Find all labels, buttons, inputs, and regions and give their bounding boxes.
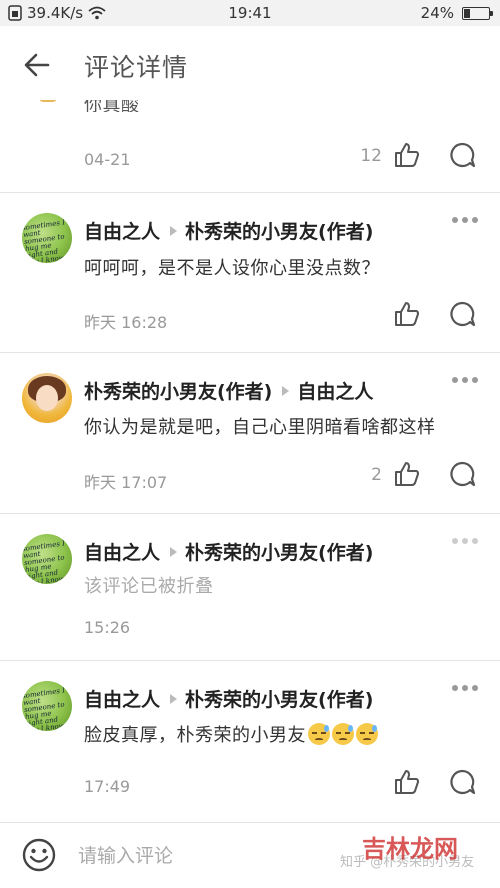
status-bar: 39.4K/s 19:41 24% [0,0,500,26]
reply-arrow-icon [170,225,178,236]
avatar[interactable] [22,373,72,423]
reply-arrow-icon [170,546,178,557]
comment-item: sometimes I want someone to hug me tight… [0,661,500,822]
comment-time: 04-21 [84,150,131,169]
thumbs-up-icon[interactable] [394,301,420,327]
comment-item: 朴秀荣的小男友(作者) 自由之人 你认为是就是吧，自己心里阴暗看啥都这样 昨天 … [0,353,500,513]
comment-header: 自由之人 朴秀荣的小男友(作者) [84,538,373,565]
like-count: 2 [371,465,382,485]
smiley-icon[interactable] [22,838,56,872]
sleepy-emoji-icon [356,723,378,745]
arrow-left-icon[interactable] [22,50,52,80]
comment-item: sometimes I want someone to hug me tight… [0,193,500,351]
watermark-brand: 吉林龙网 [362,835,458,863]
author-name[interactable]: 自由之人 [84,685,160,712]
reply-arrow-icon [170,693,178,704]
author-name[interactable]: 朴秀荣的小男友(作者) [84,377,272,404]
comment-bubble-icon[interactable] [448,768,476,796]
avatar[interactable]: sometimes I want someone to hug me tight… [22,213,72,263]
reply-to-name[interactable]: 自由之人 [297,377,373,404]
avatar[interactable] [38,100,58,102]
thumbs-up-icon[interactable] [394,142,420,168]
comment-time: 昨天 17:07 [84,473,168,492]
reply-to-name[interactable]: 朴秀荣的小男友(作者) [185,217,373,244]
avatar[interactable]: sometimes I want someone to hug me tight… [22,534,72,584]
comment-bubble-icon[interactable] [448,300,476,328]
comment-bubble-icon[interactable] [448,460,476,488]
page-header: 评论详情 [0,26,500,100]
author-name[interactable]: 自由之人 [84,538,160,565]
comment-input[interactable] [78,841,338,871]
comment-text: 呵呵呵，是不是人设你心里没点数？ [84,258,380,279]
more-dots-icon[interactable] [452,536,478,546]
reply-to-name[interactable]: 朴秀荣的小男友(作者) [185,538,373,565]
comment-text: 脸皮真厚，朴秀荣的小男友 [84,721,378,747]
comment-bubble-icon[interactable] [448,141,476,169]
comment-header: 自由之人 朴秀荣的小男友(作者) [84,217,373,244]
thumbs-up-icon[interactable] [394,461,420,487]
comment-time: 15:26 [84,618,131,637]
comment-item: 你真酸 04-21 12 [0,100,500,192]
comment-text-body: 脸皮真厚，朴秀荣的小男友 [84,725,306,746]
comment-header: 朴秀荣的小男友(作者) 自由之人 [84,377,373,404]
author-name[interactable]: 自由之人 [84,217,160,244]
comment-text: 你真酸 [84,100,140,112]
more-dots-icon[interactable] [452,683,478,693]
comment-time: 昨天 16:28 [84,313,168,332]
reply-arrow-icon [282,385,290,396]
comment-list[interactable]: 你真酸 04-21 12 sometimes I want someone to… [0,100,500,822]
like-count: 12 [360,146,382,166]
comment-text: 你认为是就是吧，自己心里阴暗看啥都这样 [84,417,436,438]
sleepy-emoji-icon [332,723,354,745]
battery-percent: 24% [420,4,454,22]
comment-time: 17:49 [84,777,131,796]
reply-to-name[interactable]: 朴秀荣的小男友(作者) [185,685,373,712]
battery-icon [462,6,493,20]
more-dots-icon[interactable] [452,375,478,385]
page-title: 评论详情 [84,53,189,82]
sleepy-emoji-icon [308,723,330,745]
avatar[interactable]: sometimes I want someone to hug me tight… [22,681,72,731]
comment-item: sometimes I want someone to hug me tight… [0,514,500,660]
thumbs-up-icon[interactable] [394,769,420,795]
more-dots-icon[interactable] [452,215,478,225]
comment-header: 自由之人 朴秀荣的小男友(作者) [84,685,373,712]
comment-input-bar: 知乎 @朴秀荣的小男友 吉林龙网 [0,822,500,888]
folded-comment-text: 该评论已被折叠 [84,576,214,597]
